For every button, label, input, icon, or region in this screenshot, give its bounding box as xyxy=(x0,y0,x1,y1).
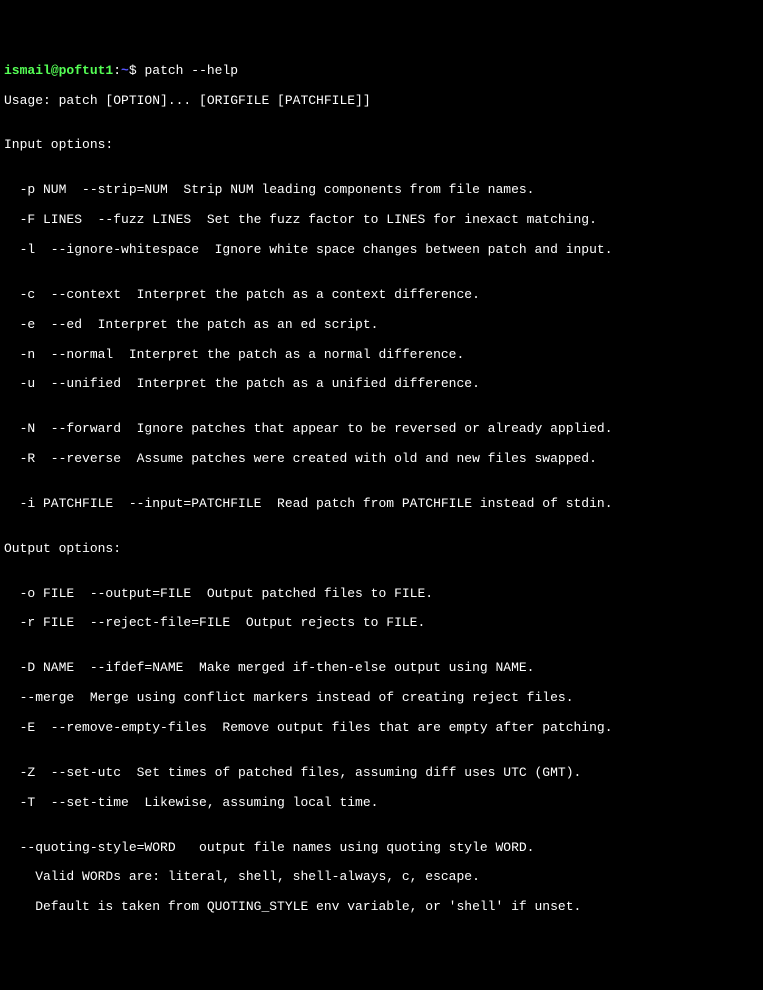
option-line: -c --context Interpret the patch as a co… xyxy=(4,288,759,303)
option-line: -F LINES --fuzz LINES Set the fuzz facto… xyxy=(4,213,759,228)
output-options-header: Output options: xyxy=(4,542,759,557)
option-line: -Z --set-utc Set times of patched files,… xyxy=(4,766,759,781)
prompt-line: ismail@poftut1:~$ patch --help xyxy=(4,64,759,79)
option-line: --merge Merge using conflict markers ins… xyxy=(4,691,759,706)
option-line: Default is taken from QUOTING_STYLE env … xyxy=(4,900,759,915)
option-line: --quoting-style=WORD output file names u… xyxy=(4,841,759,856)
option-line: -i PATCHFILE --input=PATCHFILE Read patc… xyxy=(4,497,759,512)
prompt-path: ~ xyxy=(121,63,129,78)
command-text: patch --help xyxy=(144,63,238,78)
option-line: -n --normal Interpret the patch as a nor… xyxy=(4,348,759,363)
input-options-header: Input options: xyxy=(4,138,759,153)
option-line: -E --remove-empty-files Remove output fi… xyxy=(4,721,759,736)
option-line: -D NAME --ifdef=NAME Make merged if-then… xyxy=(4,661,759,676)
option-line: Valid WORDs are: literal, shell, shell-a… xyxy=(4,870,759,885)
prompt-at: @ xyxy=(51,63,59,78)
option-line: -o FILE --output=FILE Output patched fil… xyxy=(4,587,759,602)
option-line: -e --ed Interpret the patch as an ed scr… xyxy=(4,318,759,333)
option-line: -N --forward Ignore patches that appear … xyxy=(4,422,759,437)
prompt-host: poftut1 xyxy=(59,63,114,78)
prompt-dollar: $ xyxy=(129,63,145,78)
terminal[interactable]: ismail@poftut1:~$ patch --help Usage: pa… xyxy=(4,64,759,915)
usage-line: Usage: patch [OPTION]... [ORIGFILE [PATC… xyxy=(4,94,759,109)
prompt-colon: : xyxy=(113,63,121,78)
option-line: -T --set-time Likewise, assuming local t… xyxy=(4,796,759,811)
option-line: -r FILE --reject-file=FILE Output reject… xyxy=(4,616,759,631)
option-line: -R --reverse Assume patches were created… xyxy=(4,452,759,467)
prompt-user: ismail xyxy=(4,63,51,78)
option-line: -u --unified Interpret the patch as a un… xyxy=(4,377,759,392)
option-line: -l --ignore-whitespace Ignore white spac… xyxy=(4,243,759,258)
option-line: -p NUM --strip=NUM Strip NUM leading com… xyxy=(4,183,759,198)
